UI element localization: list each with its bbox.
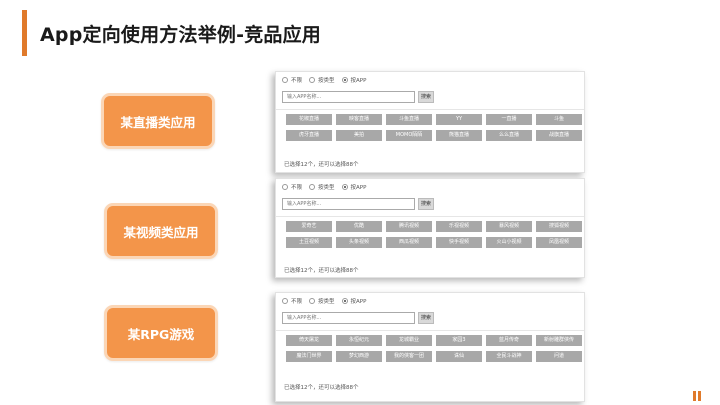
- radio-unlimited[interactable]: 不限: [282, 183, 302, 191]
- targeting-radio-group: 不限 按类型 按APP: [282, 297, 366, 305]
- radio-checked-icon: [341, 298, 348, 304]
- app-tag[interactable]: 魔法门世界: [286, 351, 332, 362]
- app-tag-grid: 花椒直播 映客直播 斗鱼直播 YY 一直播 斗鱼 虎牙直播 美拍 MOMO陌陌 …: [286, 114, 582, 141]
- app-tag[interactable]: 西瓜视频: [386, 237, 432, 248]
- app-tag[interactable]: 凤凰视频: [536, 237, 582, 248]
- app-tag[interactable]: 梦幻西游: [336, 351, 382, 362]
- app-tag[interactable]: 蓝月传奇: [486, 335, 532, 346]
- app-tag-grid: 爱奇艺 优酷 腾讯视频 乐视视频 暴风视频 搜狐视频 土豆视频 头条视频 西瓜视…: [286, 221, 582, 248]
- category-button-video[interactable]: 某视频类应用: [104, 203, 218, 259]
- radio-by-type[interactable]: 按类型: [309, 183, 335, 191]
- app-tag[interactable]: 暴风视频: [486, 221, 532, 232]
- app-tag[interactable]: 斗鱼: [536, 114, 582, 125]
- app-tag[interactable]: 我的侠客一团: [386, 351, 432, 362]
- targeting-radio-group: 不限 按类型 按APP: [282, 76, 366, 84]
- app-tag[interactable]: 倚天屠龙: [286, 335, 332, 346]
- title-accent-bar: [22, 10, 27, 56]
- app-tag[interactable]: 土豆视频: [286, 237, 332, 248]
- app-tag[interactable]: 一直播: [486, 114, 532, 125]
- category-button-rpg[interactable]: 某RPG游戏: [104, 305, 218, 361]
- app-tag[interactable]: 乐视视频: [436, 221, 482, 232]
- app-tag[interactable]: 全民斗战神: [486, 351, 532, 362]
- app-search-input[interactable]: 输入APP名称...: [282, 312, 415, 324]
- app-tag[interactable]: 美拍: [336, 130, 382, 141]
- radio-unlimited[interactable]: 不限: [282, 297, 302, 305]
- radio-icon: [309, 298, 316, 304]
- app-search-input[interactable]: 输入APP名称...: [282, 198, 415, 210]
- radio-by-type[interactable]: 按类型: [309, 297, 335, 305]
- divider: [276, 109, 584, 110]
- radio-icon: [309, 77, 316, 83]
- app-tag[interactable]: 爱奇艺: [286, 221, 332, 232]
- app-tag[interactable]: 斗鱼直播: [386, 114, 432, 125]
- app-tag[interactable]: 熊猫直播: [436, 130, 482, 141]
- radio-icon: [309, 184, 316, 190]
- search-button[interactable]: 搜索: [418, 198, 434, 210]
- selection-count-text: 已选择12个，还可以选择88个: [284, 162, 359, 168]
- app-tag[interactable]: 映客直播: [336, 114, 382, 125]
- app-tag[interactable]: 快手视频: [436, 237, 482, 248]
- app-tag[interactable]: 么么直播: [486, 130, 532, 141]
- app-tag[interactable]: 战旗直播: [536, 130, 582, 141]
- radio-by-type[interactable]: 按类型: [309, 76, 335, 84]
- app-tag[interactable]: 花椒直播: [286, 114, 332, 125]
- radio-by-app[interactable]: 按APP: [341, 183, 366, 191]
- radio-by-app[interactable]: 按APP: [341, 297, 366, 305]
- app-tag[interactable]: 问道: [536, 351, 582, 362]
- slide-marker-icon: [693, 391, 701, 401]
- search-button[interactable]: 搜索: [418, 312, 434, 324]
- app-search-input[interactable]: 输入APP名称...: [282, 91, 415, 103]
- divider: [276, 330, 584, 331]
- radio-checked-icon: [341, 184, 348, 190]
- app-tag[interactable]: 龙城霸业: [386, 335, 432, 346]
- radio-unlimited[interactable]: 不限: [282, 76, 302, 84]
- app-selector-panel-rpg: 不限 按类型 按APP 输入APP名称... 搜索 倚天屠龙 永恒纪元 龙城霸业…: [275, 292, 585, 402]
- radio-icon: [282, 184, 288, 190]
- selection-count-text: 已选择12个，还可以选择88个: [284, 385, 359, 391]
- app-tag[interactable]: 优酷: [336, 221, 382, 232]
- page-title: App定向使用方法举例-竞品应用: [40, 24, 321, 46]
- app-selector-panel-video: 不限 按类型 按APP 输入APP名称... 搜索 爱奇艺 优酷 腾讯视频 乐视…: [275, 178, 585, 278]
- app-tag-grid: 倚天屠龙 永恒纪元 龙城霸业 家园3 蓝月传奇 新射雕群侠传 魔法门世界 梦幻西…: [286, 335, 582, 362]
- app-tag[interactable]: MOMO陌陌: [386, 130, 432, 141]
- app-tag[interactable]: 永恒纪元: [336, 335, 382, 346]
- app-tag[interactable]: 头条视频: [336, 237, 382, 248]
- radio-icon: [282, 77, 288, 83]
- search-button[interactable]: 搜索: [418, 91, 434, 103]
- app-tag[interactable]: 诛仙: [436, 351, 482, 362]
- app-tag[interactable]: 新射雕群侠传: [536, 335, 582, 346]
- app-tag[interactable]: 腾讯视频: [386, 221, 432, 232]
- app-tag[interactable]: 家园3: [436, 335, 482, 346]
- app-selector-panel-live: 不限 按类型 按APP 输入APP名称... 搜索 花椒直播 映客直播 斗鱼直播…: [275, 71, 585, 173]
- targeting-radio-group: 不限 按类型 按APP: [282, 183, 366, 191]
- category-button-live[interactable]: 某直播类应用: [101, 93, 215, 149]
- radio-icon: [282, 298, 288, 304]
- app-tag[interactable]: YY: [436, 114, 482, 125]
- radio-by-app[interactable]: 按APP: [341, 76, 366, 84]
- selection-count-text: 已选择12个，还可以选择88个: [284, 268, 359, 274]
- divider: [276, 216, 584, 217]
- app-tag[interactable]: 搜狐视频: [536, 221, 582, 232]
- app-tag[interactable]: 虎牙直播: [286, 130, 332, 141]
- radio-checked-icon: [341, 77, 348, 83]
- app-tag[interactable]: 火山小视频: [486, 237, 532, 248]
